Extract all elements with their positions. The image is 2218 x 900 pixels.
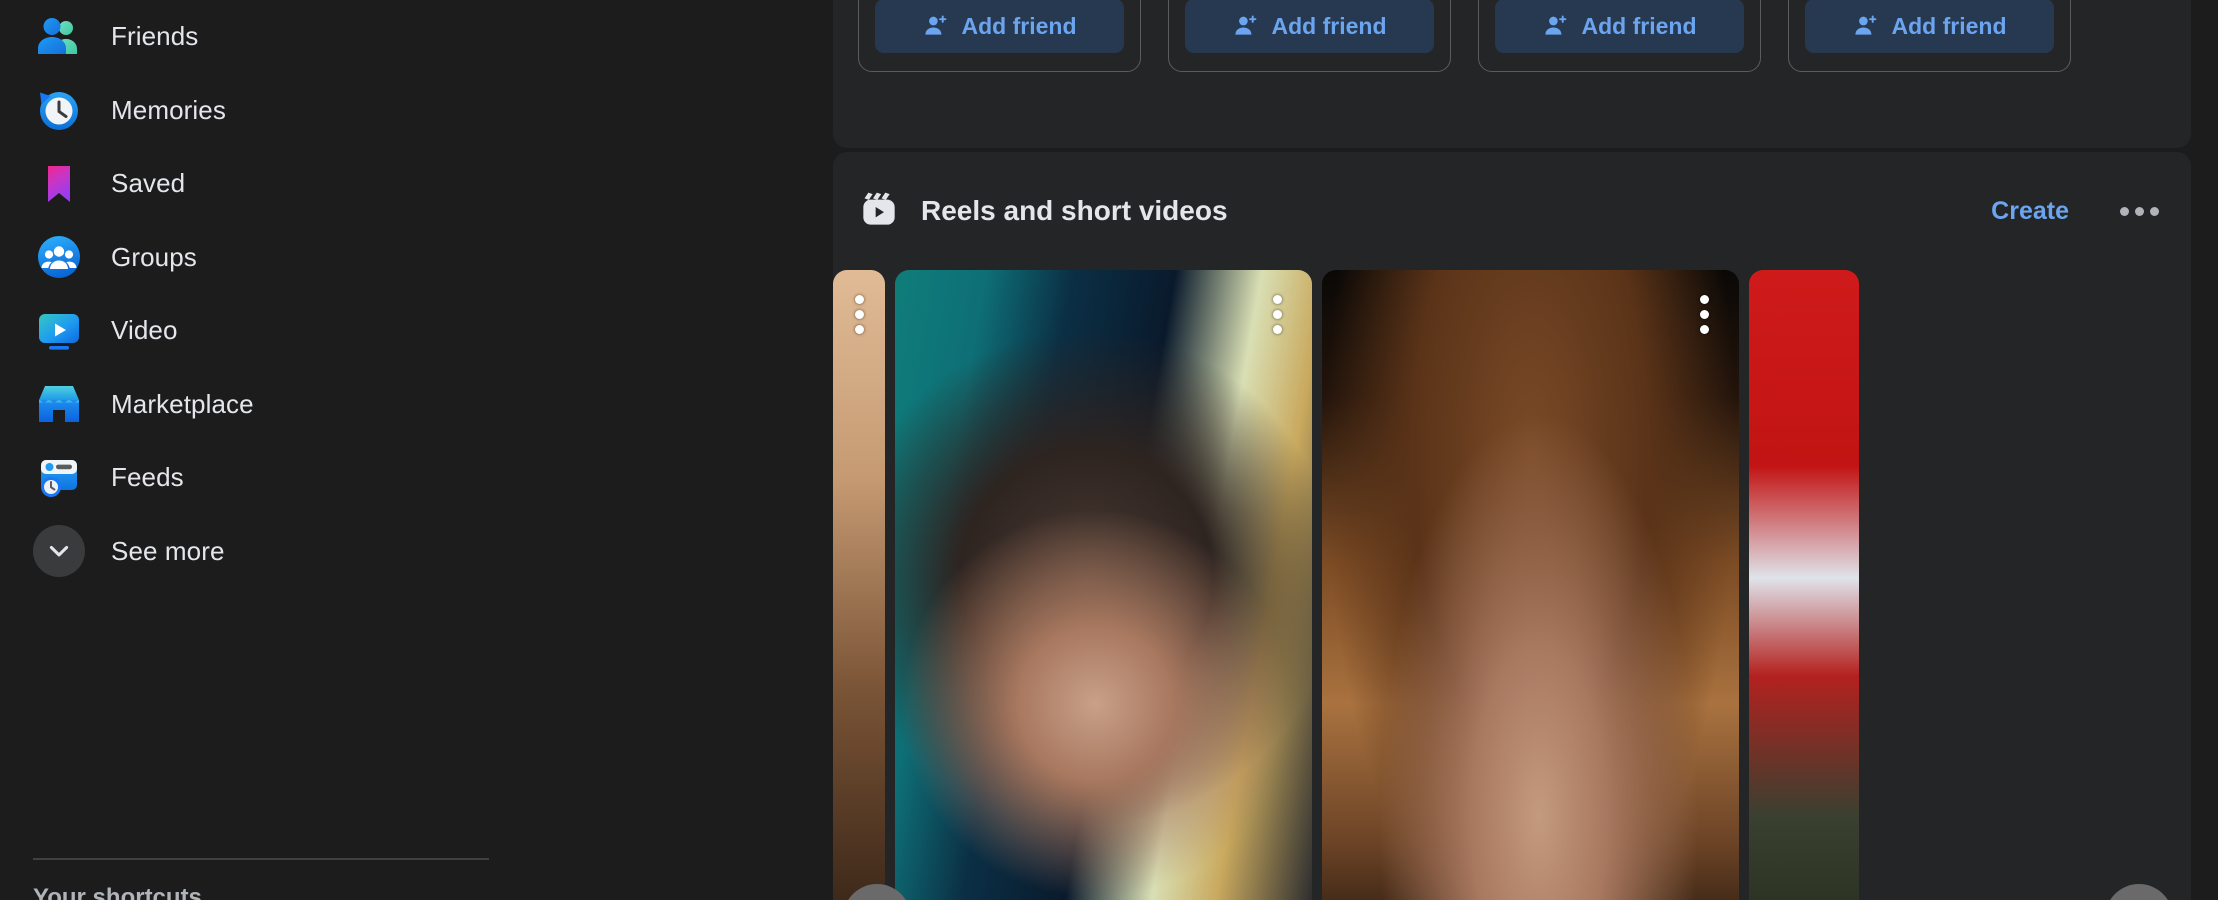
reels-card-title: Reels and short videos	[921, 195, 1228, 226]
reel-more-options-icon[interactable]	[1687, 292, 1721, 336]
add-friend-label: Add friend	[1581, 12, 1697, 39]
sidebar-item-friends[interactable]: Friends	[33, 0, 800, 74]
reels-clapperboard-icon	[859, 189, 899, 234]
reel-thumbnail[interactable]	[833, 270, 885, 900]
sidebar-item-label: Friends	[111, 21, 199, 52]
friend-suggestion-tile[interactable]: Add friend	[1168, 0, 1451, 72]
person-add-icon	[924, 15, 946, 35]
see-more-label: See more	[111, 535, 225, 566]
reel-thumbnail-image	[833, 270, 885, 900]
reel-more-options-icon[interactable]	[842, 292, 876, 336]
dot	[1699, 294, 1709, 304]
sidebar-item-memories[interactable]: Memories	[33, 74, 800, 148]
dot	[1699, 324, 1709, 334]
reels-and-short-videos-card: Reels and short videos Create	[833, 152, 2191, 900]
memories-clock-icon	[33, 84, 85, 136]
left-sidebar: Friends Memories Saved Groups Video Mark…	[0, 0, 833, 900]
reel-thumbnail[interactable]	[1322, 270, 1739, 900]
more-options-icon[interactable]	[2117, 189, 2161, 233]
saved-bookmark-icon	[33, 158, 85, 210]
sidebar-divider	[33, 858, 489, 860]
friends-icon	[33, 11, 85, 63]
sidebar-item-label: Video	[111, 315, 178, 346]
sidebar-item-label: Marketplace	[111, 388, 254, 419]
groups-icon	[33, 231, 85, 283]
sidebar-see-more-button[interactable]: See more	[33, 515, 800, 589]
dot	[2134, 206, 2144, 216]
shortcuts-heading: Your shortcuts	[33, 884, 202, 900]
sidebar-item-label: Memories	[111, 94, 226, 125]
sidebar-item-saved[interactable]: Saved	[33, 147, 800, 221]
friend-suggestion-tile[interactable]: Add friend	[1788, 0, 2071, 72]
dot	[1272, 324, 1282, 334]
dot	[854, 324, 864, 334]
dot	[854, 309, 864, 319]
sidebar-item-label: Groups	[111, 241, 197, 272]
person-add-icon	[1544, 15, 1566, 35]
reel-thumbnail[interactable]	[895, 270, 1312, 900]
reel-thumbnail-image	[895, 270, 1312, 900]
reel-more-options-icon[interactable]	[1260, 292, 1294, 336]
add-friend-button[interactable]: Add friend	[1495, 0, 1744, 53]
friend-suggestion-tile[interactable]: Add friend	[858, 0, 1141, 72]
sidebar-nav-list: Friends Memories Saved Groups Video Mark…	[0, 0, 833, 588]
right-gutter	[2191, 0, 2218, 900]
create-reel-link[interactable]: Create	[1991, 197, 2069, 226]
dot	[1272, 309, 1282, 319]
chevron-down-icon	[33, 525, 85, 578]
add-friend-button[interactable]: Add friend	[875, 0, 1124, 53]
dot	[2119, 206, 2129, 216]
reels-next-button[interactable]	[2105, 884, 2173, 900]
video-play-icon	[33, 305, 85, 357]
feeds-icon	[33, 452, 85, 504]
dot	[1699, 309, 1709, 319]
sidebar-item-feeds[interactable]: Feeds	[33, 441, 800, 515]
sidebar-item-video[interactable]: Video	[33, 294, 800, 368]
add-friend-label: Add friend	[961, 12, 1077, 39]
dot	[2149, 206, 2159, 216]
main-content-column: Add friend Add friend Add friend Add fri…	[833, 0, 2218, 900]
reel-thumbnail-image	[1322, 270, 1739, 900]
reels-title-group: Reels and short videos	[859, 189, 1228, 234]
person-add-icon	[1234, 15, 1256, 35]
facebook-app-root: Friends Memories Saved Groups Video Mark…	[0, 0, 2218, 900]
person-add-icon	[1854, 15, 1876, 35]
reel-thumbnail[interactable]	[1749, 270, 1859, 900]
sidebar-item-groups[interactable]: Groups	[33, 221, 800, 295]
add-friend-button[interactable]: Add friend	[1185, 0, 1434, 53]
add-friend-button[interactable]: Add friend	[1805, 0, 2054, 53]
reels-card-header: Reels and short videos Create	[833, 152, 2191, 270]
dot	[1272, 294, 1282, 304]
friend-suggestion-tile[interactable]: Add friend	[1478, 0, 1761, 72]
add-friend-label: Add friend	[1271, 12, 1387, 39]
see-more-icon-wrap	[33, 525, 85, 578]
friend-suggestion-row: Add friend Add friend Add friend Add fri…	[858, 0, 2071, 72]
add-friend-label: Add friend	[1891, 12, 2007, 39]
people-you-may-know-card: Add friend Add friend Add friend Add fri…	[833, 0, 2191, 148]
marketplace-storefront-icon	[33, 378, 85, 430]
sidebar-item-label: Saved	[111, 168, 186, 199]
reels-carousel[interactable]	[833, 270, 2191, 900]
sidebar-item-label: Feeds	[111, 462, 184, 493]
dot	[854, 294, 864, 304]
sidebar-item-marketplace[interactable]: Marketplace	[33, 368, 800, 442]
reels-header-actions: Create	[1991, 189, 2161, 233]
reel-thumbnail-image	[1749, 270, 1859, 900]
